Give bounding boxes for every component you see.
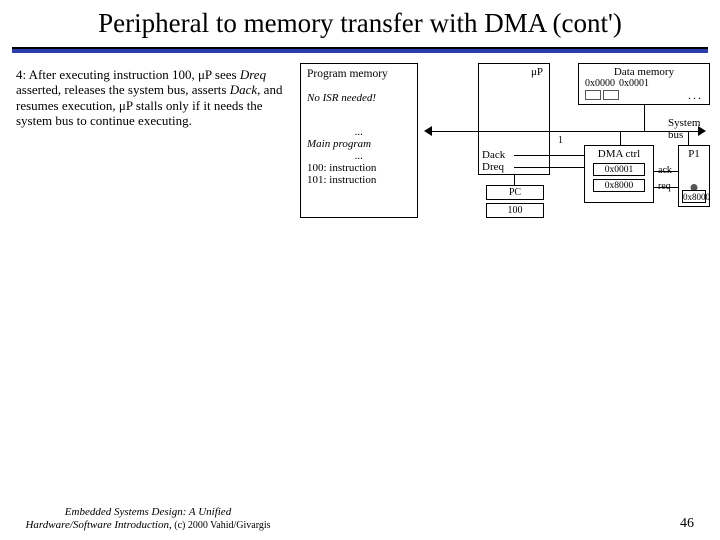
data-memory-cells (585, 90, 619, 100)
footer-line1: Embedded Systems Design: A Unified (65, 506, 231, 518)
instruction-100: 100: instruction (307, 162, 411, 174)
dma-reg-1: 0x0001 (593, 163, 645, 176)
main-program-label: Main program (307, 138, 411, 150)
dreq-signal-line (514, 167, 584, 168)
slide-content: 4: After executing instruction 100, μP s… (0, 53, 720, 383)
dots-1: ... (307, 126, 411, 138)
page-number: 46 (680, 516, 694, 532)
dma-bus-connector (620, 131, 621, 145)
p1-register: 0x8000 (682, 190, 706, 203)
dack-label: Dack (482, 149, 505, 161)
dreq-label: Dreq (482, 161, 504, 173)
data-cell (603, 90, 619, 100)
data-cell (585, 90, 601, 100)
dma-ctrl-box: DMA ctrl 0x0001 0x8000 (584, 145, 654, 203)
microprocessor-label: μP (531, 66, 543, 78)
bus-one-marker: 1 (558, 135, 563, 146)
no-isr-label: No ISR needed! (307, 92, 411, 104)
bus-arrow-left-icon (424, 126, 432, 136)
data-memory-header: Data memory (579, 66, 709, 78)
p1-bus-connector (688, 131, 689, 145)
program-memory-box: Program memory No ISR needed! ... Main p… (300, 63, 418, 218)
p1-header: P1 (679, 148, 709, 160)
ack-signal-line (654, 171, 678, 172)
slide-title-area: Peripheral to memory transfer with DMA (… (0, 0, 720, 43)
dma-ctrl-header: DMA ctrl (585, 148, 653, 160)
bus-arrow-right-icon (698, 126, 706, 136)
dm-bus-connector (644, 105, 645, 131)
program-memory-header: Program memory (307, 68, 411, 80)
footer-line2: Hardware/Software Introduction, (25, 519, 171, 531)
slide-title: Peripheral to memory transfer with DMA (… (40, 8, 680, 39)
dack-signal-line (514, 155, 584, 156)
footer-copyright: (c) 2000 Vahid/Givargis (172, 520, 271, 531)
pc-connector (514, 175, 515, 185)
footer-citation: Embedded Systems Design: A Unified Hardw… (18, 506, 278, 532)
dack-word: Dack (230, 82, 257, 97)
system-bus-line (430, 131, 700, 132)
data-memory-addr0: 0x0000 (585, 78, 615, 89)
pc-value-box: 100 (486, 203, 544, 218)
data-memory-addr1: 0x0001 (619, 78, 649, 89)
p1-box: P1 0x8000 (678, 145, 710, 207)
step-text-b: asserted, releases the system bus, asser… (16, 82, 230, 97)
pc-box: PC (486, 185, 544, 200)
dma-diagram: Program memory No ISR needed! ... Main p… (300, 63, 710, 303)
data-memory-dots: ... (688, 88, 703, 103)
data-memory-box: Data memory 0x0000 0x0001 ... (578, 63, 710, 105)
instruction-101: 101: instruction (307, 174, 411, 186)
step-description: 4: After executing instruction 100, μP s… (16, 67, 291, 128)
req-signal-line (654, 187, 678, 188)
step-text-a: 4: After executing instruction 100, μP s… (16, 67, 240, 82)
dreq-word: Dreq (240, 67, 266, 82)
slide-footer: Embedded Systems Design: A Unified Hardw… (0, 506, 720, 532)
dma-reg-2: 0x8000 (593, 179, 645, 192)
dots-2: ... (307, 150, 411, 162)
